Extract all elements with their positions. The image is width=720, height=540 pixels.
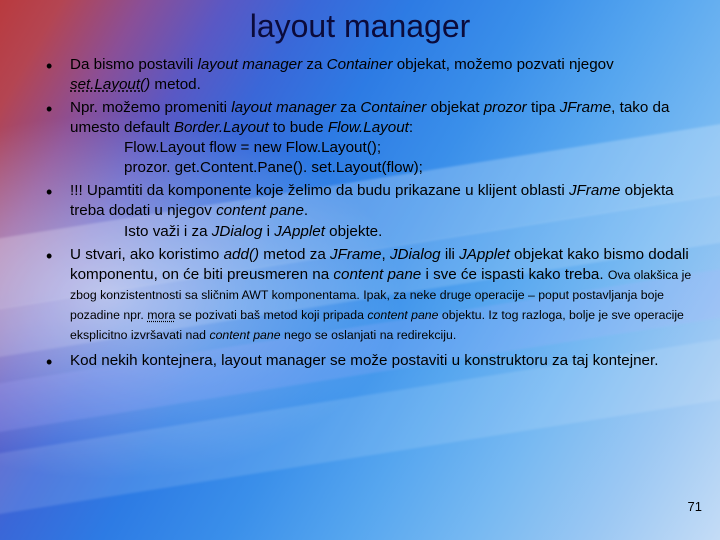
slide: layout manager Da bismo postavili layout… bbox=[0, 0, 720, 540]
slide-title: layout manager bbox=[28, 8, 692, 45]
page-number: 71 bbox=[688, 499, 702, 514]
code-line: Flow.Layout flow = new Flow.Layout(); bbox=[70, 138, 692, 158]
bullet-item: Npr. možemo promeniti layout manager za … bbox=[46, 98, 692, 178]
bullet-item: Da bismo postavili layout manager za Con… bbox=[46, 55, 692, 95]
code-line: prozor. get.Content.Pane(). set.Layout(f… bbox=[70, 158, 692, 178]
bullet-item: Kod nekih kontejnera, layout manager se … bbox=[46, 351, 692, 371]
bullet-item: U stvari, ako koristimo add() metod za J… bbox=[46, 245, 692, 345]
bullet-item: !!! Upamtiti da komponente koje želimo d… bbox=[46, 181, 692, 241]
slide-content: layout manager Da bismo postavili layout… bbox=[0, 0, 720, 371]
bullet-text: Kod nekih kontejnera, layout manager se … bbox=[70, 352, 658, 369]
sub-line: Isto važi i za JDialog i JApplet objekte… bbox=[70, 222, 692, 242]
bullet-list: Da bismo postavili layout manager za Con… bbox=[28, 55, 692, 371]
